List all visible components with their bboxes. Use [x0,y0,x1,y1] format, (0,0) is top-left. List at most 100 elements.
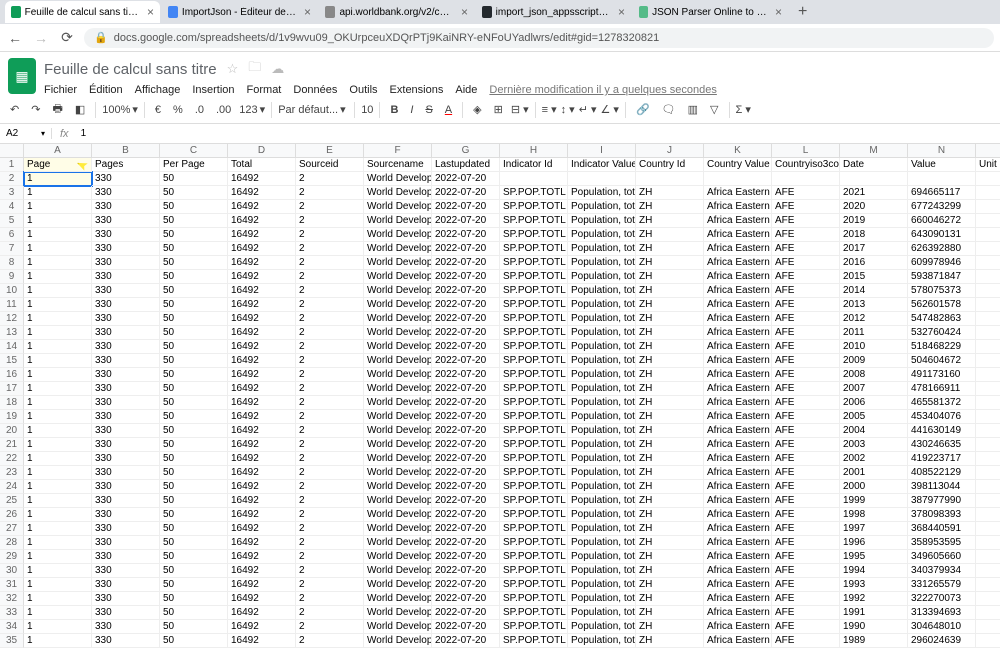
cell[interactable]: AFE [772,228,840,242]
cell[interactable] [976,578,1000,592]
row-header[interactable]: 11 [0,298,24,312]
cell[interactable]: SP.POP.TOTL [500,452,568,466]
cell[interactable]: ZH [636,200,704,214]
cell[interactable]: World Developm [364,340,432,354]
cell[interactable]: 1 [24,270,92,284]
cell[interactable]: 2004 [840,424,908,438]
cell[interactable]: 16492 [228,312,296,326]
cell[interactable]: 626392880 [908,242,976,256]
header-cell[interactable]: Page [24,158,92,172]
cell[interactable]: 50 [160,494,228,508]
cell[interactable] [976,256,1000,270]
cell[interactable]: 2011 [840,326,908,340]
cell[interactable]: 50 [160,256,228,270]
cell[interactable]: 2015 [840,270,908,284]
cell[interactable]: AFE [772,522,840,536]
menu-insertion[interactable]: Insertion [192,84,234,96]
cell[interactable]: ZH [636,606,704,620]
cell[interactable]: 2022-07-20 [432,438,500,452]
cell[interactable]: 1 [24,634,92,648]
comment-button[interactable]: 🗨 [658,101,680,118]
cell[interactable]: 1 [24,606,92,620]
name-box[interactable]: A2▾ [0,128,52,139]
cell[interactable]: 50 [160,452,228,466]
cell[interactable]: 16492 [228,634,296,648]
cell[interactable]: 1 [24,592,92,606]
cell[interactable]: SP.POP.TOTL [500,522,568,536]
cell[interactable]: 453404076 [908,410,976,424]
cell[interactable]: 1996 [840,536,908,550]
cell[interactable]: SP.POP.TOTL [500,438,568,452]
cell[interactable] [976,298,1000,312]
cell[interactable]: 1994 [840,564,908,578]
cell[interactable] [704,172,772,186]
cell[interactable]: Population, total [568,312,636,326]
cell[interactable]: 16492 [228,382,296,396]
cell[interactable]: Africa Eastern an [704,326,772,340]
cell[interactable]: ZH [636,452,704,466]
cell[interactable]: World Developm [364,410,432,424]
cell[interactable]: 1 [24,452,92,466]
cell[interactable] [976,550,1000,564]
row-header[interactable]: 7 [0,242,24,256]
cell[interactable]: Africa Eastern an [704,298,772,312]
header-cell[interactable]: Countryiso3code [772,158,840,172]
cell[interactable]: SP.POP.TOTL [500,494,568,508]
cell[interactable]: SP.POP.TOTL [500,592,568,606]
cell[interactable]: ZH [636,186,704,200]
cell[interactable]: 340379934 [908,564,976,578]
cell[interactable]: 2019 [840,214,908,228]
row-header[interactable]: 24 [0,480,24,494]
cell[interactable]: ZH [636,228,704,242]
cell[interactable]: Population, total [568,508,636,522]
row-header[interactable]: 10 [0,284,24,298]
cell[interactable]: ZH [636,564,704,578]
cell[interactable]: 50 [160,410,228,424]
cell[interactable]: World Developm [364,382,432,396]
row-header[interactable]: 34 [0,620,24,634]
col-header[interactable]: O [976,144,1000,158]
cell[interactable]: 2018 [840,228,908,242]
cell[interactable]: 1 [24,494,92,508]
browser-tab[interactable]: import_json_appsscript.js · GitH× [476,1,631,23]
cell[interactable]: 330 [92,578,160,592]
cell[interactable]: Population, total [568,634,636,648]
cell[interactable]: 330 [92,284,160,298]
cell[interactable]: AFE [772,270,840,284]
cell[interactable]: Population, total [568,592,636,606]
col-header[interactable]: I [568,144,636,158]
cell[interactable]: 330 [92,256,160,270]
cell[interactable]: 50 [160,480,228,494]
close-icon[interactable]: × [147,5,154,19]
row-header[interactable]: 18 [0,396,24,410]
decrease-decimal-button[interactable]: .0 [191,102,208,118]
cell[interactable]: 2 [296,550,364,564]
cell[interactable]: AFE [772,368,840,382]
col-header[interactable]: M [840,144,908,158]
header-cell[interactable]: Unit [976,158,1000,172]
cell[interactable]: 16492 [228,438,296,452]
cell[interactable]: 50 [160,550,228,564]
cell[interactable]: AFE [772,536,840,550]
cell[interactable]: 2 [296,592,364,606]
cell[interactable]: 2022-07-20 [432,494,500,508]
cell[interactable]: 16492 [228,466,296,480]
cell[interactable]: 1 [24,242,92,256]
cell[interactable]: 50 [160,606,228,620]
cell[interactable]: 1 [24,564,92,578]
cell[interactable]: 491173160 [908,368,976,382]
chart-button[interactable]: ▥ [684,101,702,118]
cell[interactable]: 50 [160,424,228,438]
cell[interactable]: Africa Eastern an [704,480,772,494]
menu-extensions[interactable]: Extensions [390,84,444,96]
cell[interactable]: 1 [24,396,92,410]
cell[interactable]: 1 [24,550,92,564]
cell[interactable]: Population, total [568,564,636,578]
cell[interactable]: 1 [24,200,92,214]
cell[interactable]: 2 [296,438,364,452]
cell[interactable] [976,452,1000,466]
cell[interactable]: 2022-07-20 [432,508,500,522]
cell[interactable]: 2 [296,424,364,438]
row-header[interactable]: 9 [0,270,24,284]
cell[interactable]: ZH [636,256,704,270]
